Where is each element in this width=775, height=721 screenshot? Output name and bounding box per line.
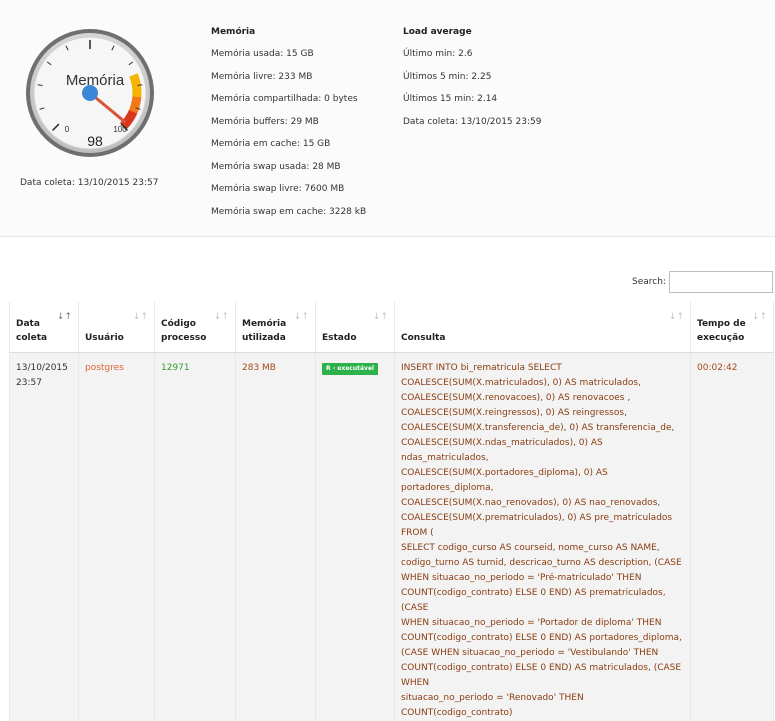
header-pid[interactable]: Código processo ↓↑ [155, 302, 236, 353]
gauge-value: 98 [87, 133, 103, 149]
sort-icon: ↓↑ [133, 310, 148, 324]
query-line: situacao_no_periodo = 'Renovado' THEN CO… [401, 691, 684, 721]
header-time[interactable]: Tempo de execução ↓↑ [691, 302, 774, 353]
query-line: WHEN situacao_no_periodo = 'Pré-matricul… [401, 571, 684, 586]
cell-memory: 283 MB [236, 353, 316, 721]
sort-icon: ↓↑ [669, 310, 684, 324]
header-state[interactable]: Estado ↓↑ [316, 302, 395, 353]
header-time-line2: execução [697, 333, 744, 343]
header-state-label: Estado [322, 333, 357, 343]
header-user[interactable]: Usuário ↓↑ [79, 302, 155, 353]
query-line: (CASE WHEN situacao_no_periodo = 'Vestib… [401, 646, 684, 661]
sort-icon: ↓↑ [294, 310, 309, 324]
header-pid-line2: processo [161, 333, 206, 343]
query-line: COALESCE(SUM(X.ndas_matriculados), 0) AS… [401, 436, 684, 466]
cell-user: postgres [79, 353, 155, 721]
cell-date-time: 23:57 [16, 378, 42, 388]
sort-icon: ↓↑ [373, 310, 388, 324]
state-badge: R - executável [322, 363, 378, 375]
gauge-max-label: 100 [113, 125, 127, 134]
header-date-line2: coleta [16, 333, 47, 343]
memory-used: Memória usada: 15 GB [211, 49, 314, 59]
header-query-label: Consulta [401, 333, 445, 343]
query-line: SELECT codigo_curso AS courseid, nome_cu… [401, 541, 684, 556]
memory-cache: Memória em cache: 15 GB [211, 139, 330, 149]
server-stats-panel: Memória 0 100 98 Data coleta: 13/10/2015… [0, 0, 775, 237]
query-line: COUNT(codigo_contrato) ELSE 0 END) AS po… [401, 631, 684, 646]
load-5min: Últimos 5 min: 2.25 [403, 72, 491, 82]
query-line: COALESCE(SUM(X.matriculados), 0) AS matr… [401, 376, 684, 391]
header-date[interactable]: Data coleta ↓↑ [10, 302, 79, 353]
swap-used: Memória swap usada: 28 MB [211, 162, 341, 172]
load-title: Load average [403, 27, 472, 37]
header-pid-line1: Código [161, 319, 196, 329]
swap-cache: Memória swap em cache: 3228 kB [211, 207, 366, 217]
sort-icon: ↓↑ [57, 310, 72, 324]
header-memory-line2: utilizada [242, 333, 286, 343]
process-table: Data coleta ↓↑ Usuário ↓↑ Código process… [9, 302, 774, 721]
memory-title: Memória [211, 27, 255, 37]
cell-date-day: 13/10/2015 [16, 363, 68, 373]
header-user-label: Usuário [85, 333, 124, 343]
load-1min: Último min: 2.6 [403, 49, 472, 59]
gauge-band-high [133, 97, 137, 112]
load-collected: Data coleta: 13/10/2015 23:59 [403, 117, 541, 127]
gauge-min-label: 0 [65, 125, 70, 134]
gauge-caption: Data coleta: 13/10/2015 23:57 [20, 178, 158, 188]
swap-free: Memória swap livre: 7600 MB [211, 184, 344, 194]
query-line: COALESCE(SUM(X.portadores_diploma), 0) A… [401, 466, 684, 496]
search-label: Search: [632, 277, 666, 287]
header-memory[interactable]: Memória utilizada ↓↑ [236, 302, 316, 353]
query-line: INSERT INTO bi_rematricula SELECT [401, 361, 684, 376]
query-line: COALESCE(SUM(X.transferencia_de), 0) AS … [401, 421, 684, 436]
query-line: COALESCE(SUM(X.prematriculados), 0) AS p… [401, 511, 684, 541]
cell-pid: 12971 [155, 353, 236, 721]
cell-query: INSERT INTO bi_rematricula SELECT COALES… [395, 353, 691, 721]
query-line: codigo_turno AS turnid, descricao_turno … [401, 556, 684, 571]
cell-state: R - executável [316, 353, 395, 721]
header-time-line1: Tempo de [697, 319, 746, 329]
memory-free: Memória livre: 233 MB [211, 72, 312, 82]
query-line: WHEN situacao_no_periodo = 'Portador de … [401, 616, 684, 631]
memory-shared: Memória compartilhada: 0 bytes [211, 94, 358, 104]
memory-gauge: Memória 0 100 98 [25, 28, 155, 158]
query-line: COALESCE(SUM(X.reingressos), 0) AS reing… [401, 406, 684, 421]
cell-time: 00:02:42 [691, 353, 774, 721]
gauge-band-warning [133, 75, 137, 97]
query-line: COUNT(codigo_contrato) ELSE 0 END) AS pr… [401, 586, 684, 616]
header-memory-line1: Memória [242, 319, 286, 329]
query-line: COALESCE(SUM(X.renovacoes), 0) AS renova… [401, 391, 684, 406]
cell-date: 13/10/2015 23:57 [10, 353, 79, 721]
query-line: COALESCE(SUM(X.nao_renovados), 0) AS nao… [401, 496, 684, 511]
memory-buffers: Memória buffers: 29 MB [211, 117, 319, 127]
search-input[interactable] [669, 271, 773, 293]
header-query[interactable]: Consulta ↓↑ [395, 302, 691, 353]
header-date-line1: Data [16, 319, 40, 329]
table-row: 13/10/2015 23:57 postgres 12971 283 MB R… [10, 353, 774, 721]
load-15min: Últimos 15 min: 2.14 [403, 94, 497, 104]
gauge-label: Memória [66, 72, 125, 89]
sort-icon: ↓↑ [214, 310, 229, 324]
gauge-hub [82, 85, 98, 101]
query-line: COUNT(codigo_contrato) ELSE 0 END) AS ma… [401, 661, 684, 691]
sort-icon: ↓↑ [752, 310, 767, 324]
table-header-row: Data coleta ↓↑ Usuário ↓↑ Código process… [10, 302, 774, 353]
